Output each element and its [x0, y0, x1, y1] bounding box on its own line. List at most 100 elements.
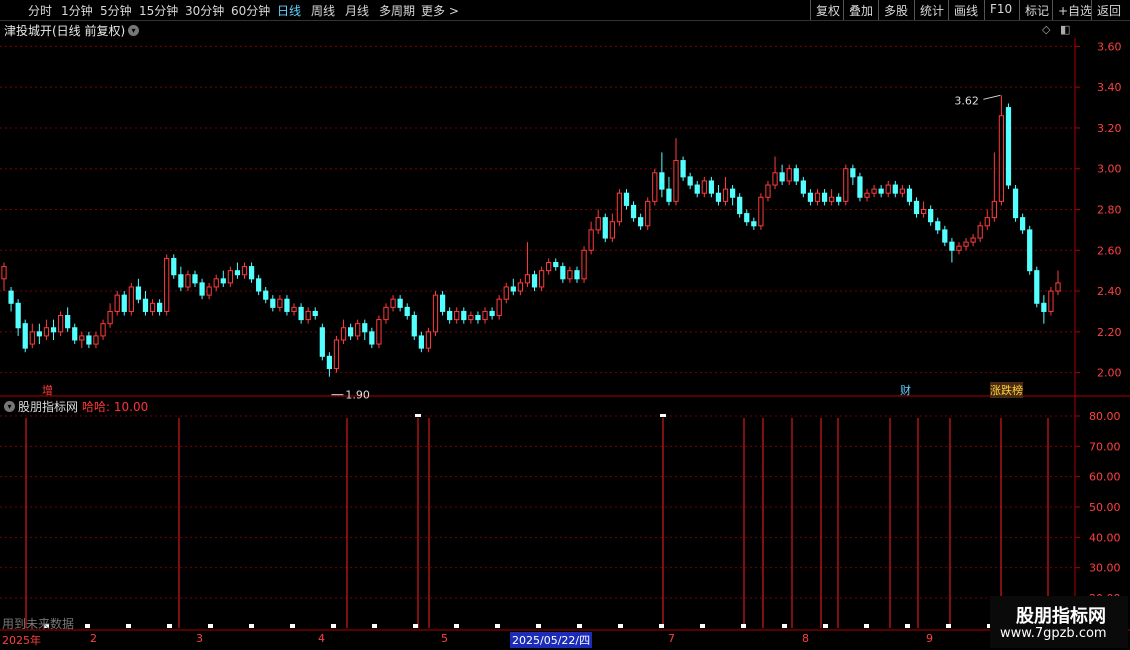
action-1[interactable]: 叠加 — [849, 2, 873, 19]
action-0[interactable]: 复权 — [816, 2, 840, 19]
zeng-marker[interactable]: 增 — [42, 382, 53, 398]
candle-body — [864, 192, 870, 198]
period-5[interactable]: 60分钟 — [231, 2, 270, 19]
candle-body — [383, 306, 389, 321]
date-tick: 9 — [926, 632, 933, 645]
candle-body — [241, 266, 248, 276]
cai-marker[interactable]: 财 — [900, 382, 911, 398]
indicator-axis-label: 40.00 — [1089, 531, 1121, 544]
action-8[interactable]: 返回 — [1097, 2, 1121, 19]
candle-body — [248, 266, 255, 280]
candle-body — [836, 196, 842, 202]
date-tick: 3 — [196, 632, 203, 645]
candle-body — [157, 302, 163, 312]
signal-top-mark — [415, 414, 421, 417]
candle-body — [538, 270, 545, 288]
baseline-dot — [454, 624, 459, 628]
candle-body — [708, 180, 715, 194]
date-tick: 4 — [318, 632, 325, 645]
candle-body — [355, 323, 361, 337]
candle-body — [36, 331, 42, 337]
action-7[interactable]: +自选 — [1058, 2, 1092, 19]
period-4[interactable]: 30分钟 — [185, 2, 224, 19]
toolbar-separator — [914, 0, 915, 20]
candle-body — [432, 294, 439, 333]
candle-body — [913, 200, 920, 215]
candle-body — [963, 241, 969, 247]
candle-body — [22, 323, 28, 349]
candle-body — [1, 266, 7, 280]
price-label: 2.60 — [1097, 244, 1122, 257]
baseline-dot — [167, 624, 172, 628]
selected-date[interactable]: 2025/05/22/四 — [510, 632, 593, 648]
period-9[interactable]: 多周期 — [379, 2, 415, 19]
candle-body — [284, 298, 290, 312]
candle-body — [588, 229, 594, 251]
candle-body — [984, 217, 990, 227]
action-5[interactable]: F10 — [990, 2, 1012, 16]
candle-body — [850, 168, 856, 178]
candle-body — [100, 323, 106, 337]
action-2[interactable]: 多股 — [884, 2, 908, 19]
period-6[interactable]: 日线 — [277, 2, 301, 19]
candle-body — [623, 192, 630, 206]
baseline-dot — [741, 624, 746, 628]
period-3[interactable]: 15分钟 — [139, 2, 178, 19]
zhangdiebang-marker[interactable]: 涨跌榜 — [990, 382, 1023, 398]
period-0[interactable]: 分时 — [28, 2, 52, 19]
baseline-dot — [659, 624, 664, 628]
baseline-dot — [905, 624, 910, 628]
candle-body — [50, 327, 57, 333]
candle-body — [991, 200, 997, 219]
candle-body — [1048, 290, 1054, 312]
future-data-note: 用到未来数据 — [2, 617, 75, 631]
candle-body — [892, 184, 898, 194]
candle-body — [418, 335, 424, 349]
candle-body — [899, 188, 905, 194]
period-7[interactable]: 周线 — [311, 2, 335, 19]
candle-body — [475, 315, 481, 321]
candle-body — [595, 217, 601, 231]
candle-body — [956, 245, 962, 251]
candle-body — [43, 327, 50, 337]
baseline-dot — [495, 624, 500, 628]
candle-body — [447, 310, 453, 321]
candle-body — [715, 192, 722, 202]
price-label: 3.60 — [1097, 40, 1122, 53]
candle-body — [920, 209, 927, 215]
baseline-dot — [208, 624, 213, 628]
candle-body — [72, 327, 78, 341]
diamond-icon[interactable]: ◇ — [1042, 23, 1050, 36]
period-8[interactable]: 月线 — [345, 2, 369, 19]
candle-body — [454, 310, 460, 321]
indicator-axis-label: 70.00 — [1089, 440, 1121, 453]
candle-body — [687, 176, 693, 186]
candle-body — [199, 282, 205, 296]
candle-body — [149, 302, 156, 312]
candle-body — [779, 172, 785, 182]
baseline-dot — [249, 624, 254, 628]
candle-body — [574, 270, 580, 280]
candle-body — [256, 278, 262, 292]
action-4[interactable]: 画线 — [954, 2, 978, 19]
panel-toggle-icon[interactable]: ◧ — [1060, 23, 1070, 36]
candle-body — [86, 335, 92, 345]
candle-body — [857, 176, 863, 198]
period-10[interactable]: 更多 > — [421, 2, 459, 19]
candle-body — [270, 298, 276, 308]
toolbar-separator — [1019, 0, 1020, 20]
action-3[interactable]: 统计 — [920, 2, 944, 19]
baseline-dot — [413, 624, 418, 628]
indicator-chevron-icon[interactable]: ▾ — [4, 401, 15, 412]
chevron-down-icon[interactable]: ▾ — [128, 25, 139, 36]
candle-body — [928, 209, 934, 223]
candle-body — [390, 298, 396, 308]
high-arrow — [983, 94, 1001, 100]
period-toolbar: 分时 1分钟 5分钟 15分钟 30分钟 60分钟 日线 周线 月线 多周期 更多 > 复权 叠加 多股统… — [0, 0, 1130, 21]
action-6[interactable]: 标记 — [1025, 2, 1049, 19]
period-1[interactable]: 1分钟 — [61, 2, 93, 19]
candle-body — [560, 266, 566, 280]
candle-body — [164, 257, 170, 312]
period-2[interactable]: 5分钟 — [100, 2, 132, 19]
baseline-dot — [700, 624, 705, 628]
